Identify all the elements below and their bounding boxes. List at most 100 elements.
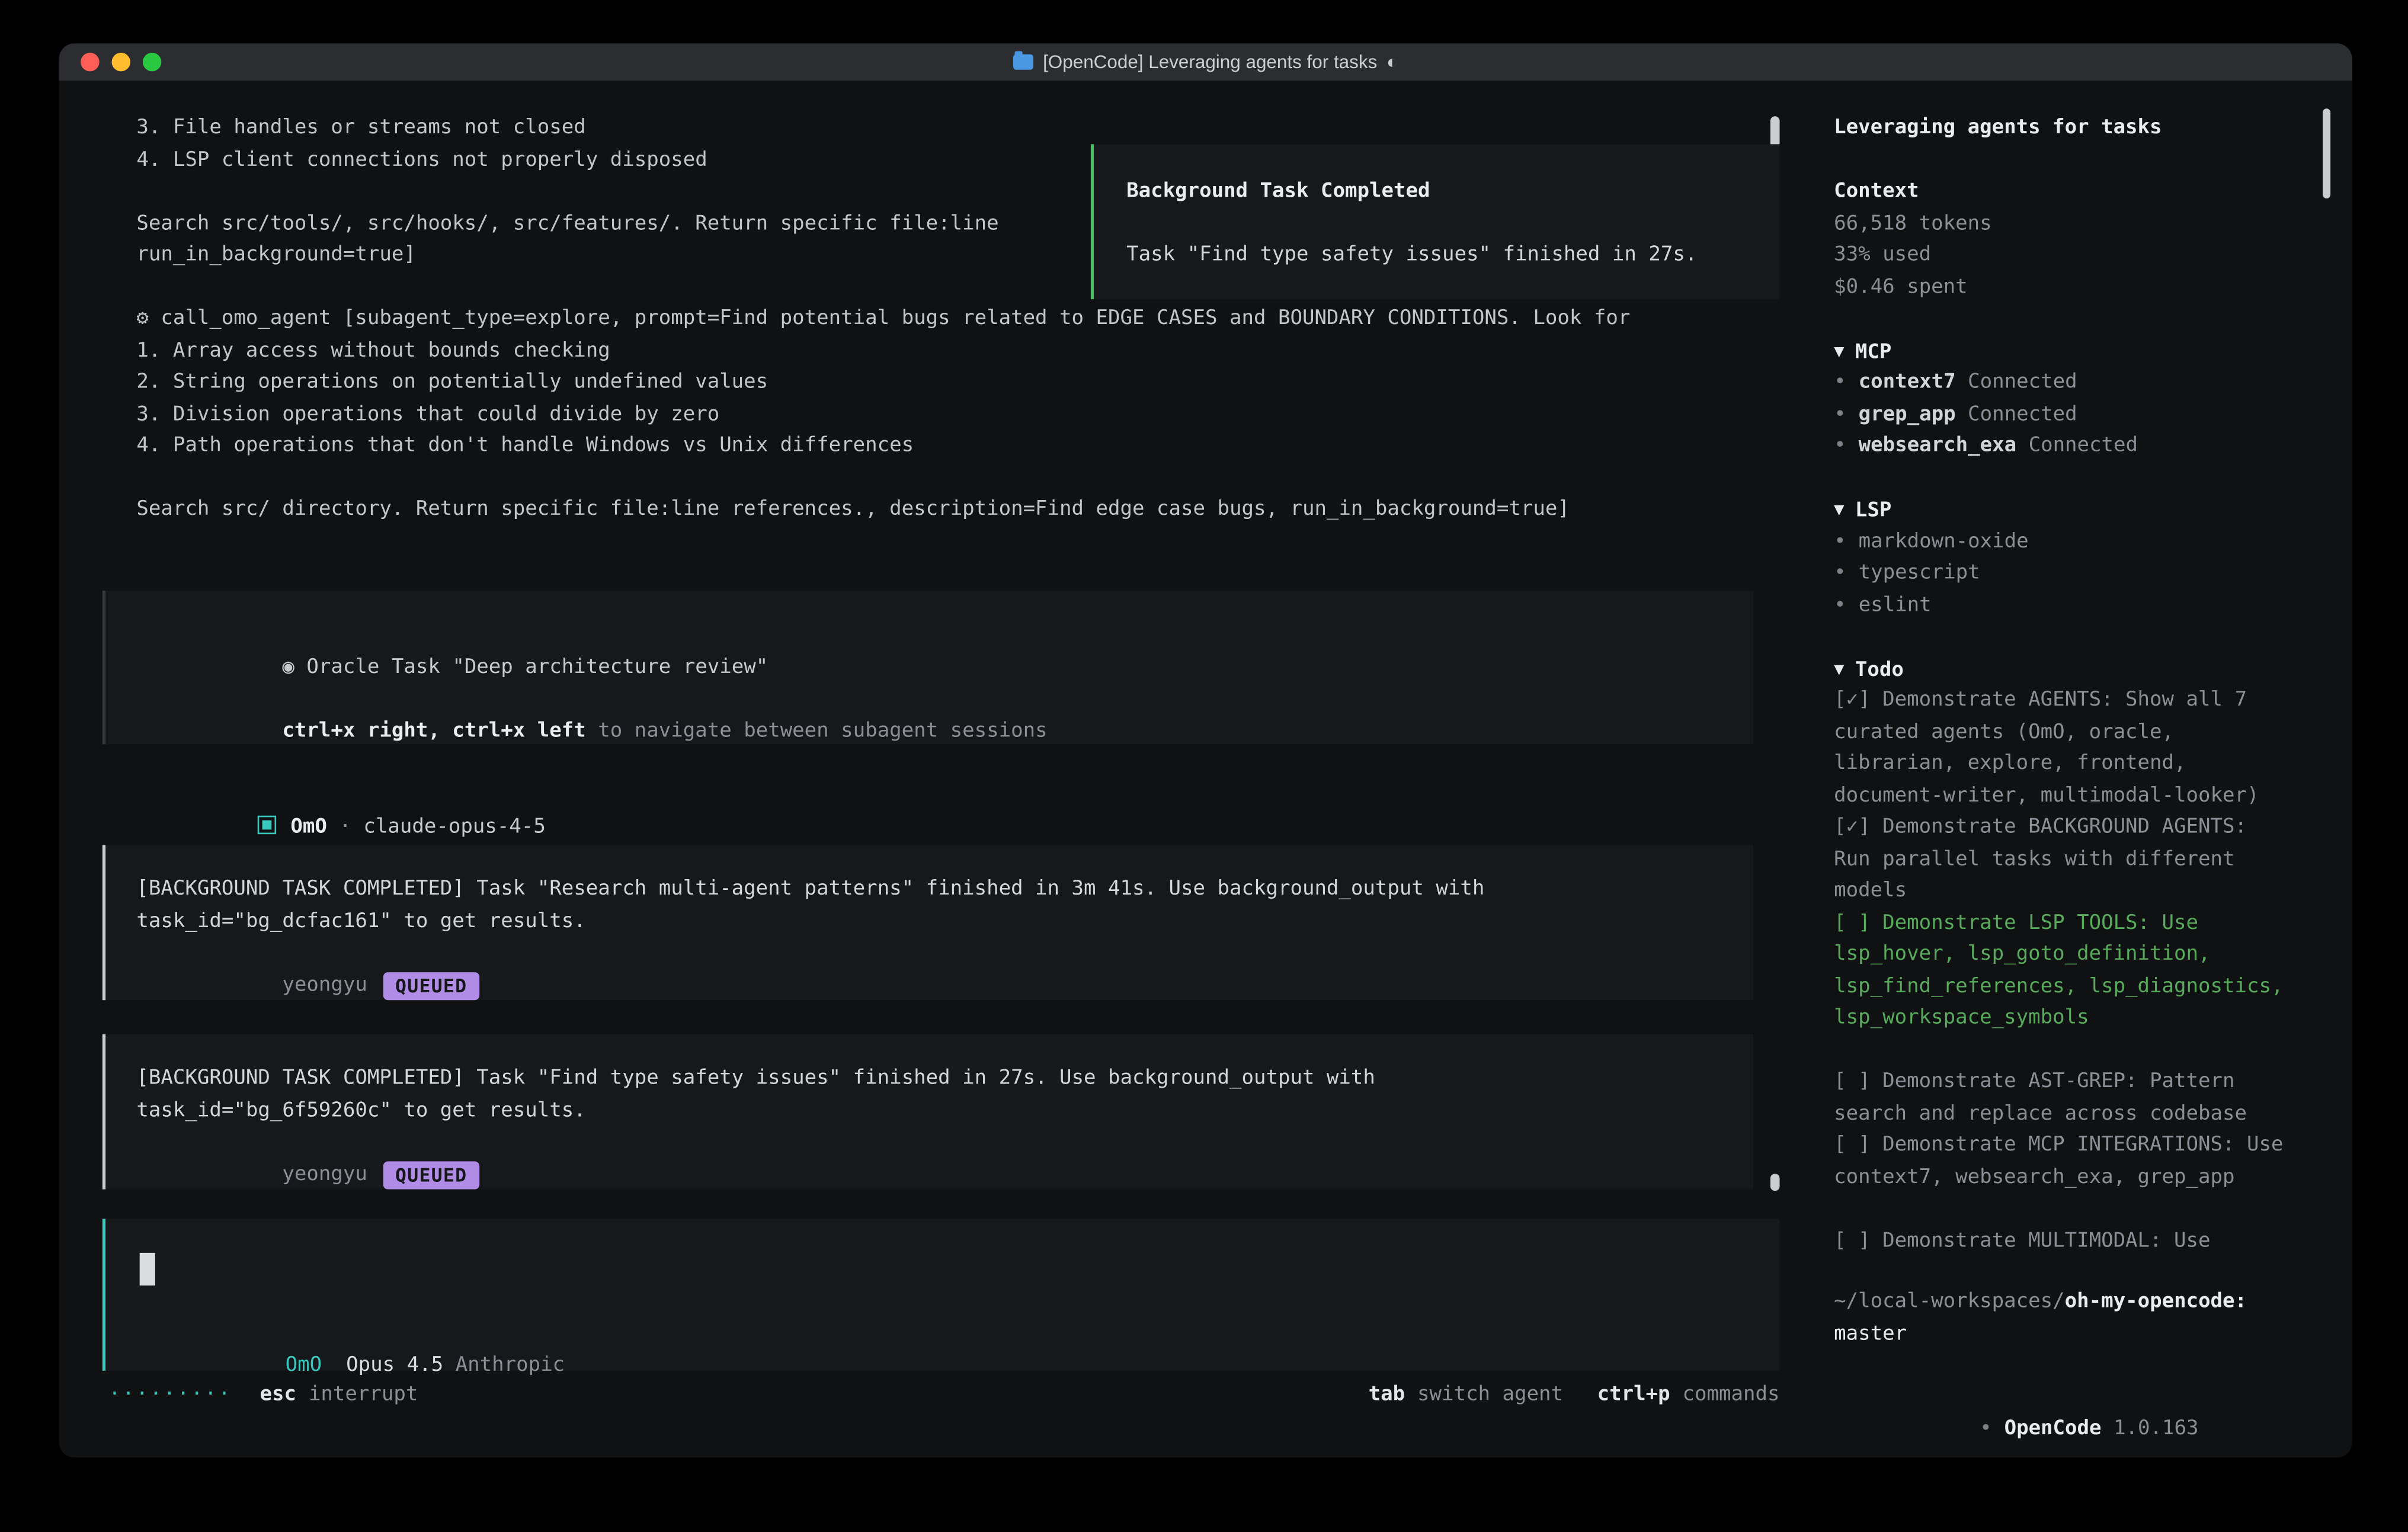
card-text-line: task_id="bg_6f59260c" to get results. (136, 1095, 1753, 1127)
terminal-line: Search src/ directory. Return specific f… (136, 495, 1795, 527)
terminal-line: 2. String operations on potentially unde… (136, 367, 1795, 399)
todo-item: [ ] Demonstrate MCP INTEGRATIONS: Use co… (1834, 1130, 2287, 1194)
card-text-line: [BACKGROUND TASK COMPLETED] Task "Resear… (136, 874, 1753, 906)
oracle-title: Oracle Task "Deep architecture review" (306, 655, 768, 678)
workspace-prefix: ~/local-workspaces/ (1834, 1290, 2064, 1313)
bullet-icon: • (1834, 371, 1846, 394)
agent-model: claude-opus-4-5 (363, 815, 545, 838)
bullet-icon: • (1834, 561, 1846, 584)
sidebar-footer: ~/local-workspaces/oh-my-opencode: maste… (1834, 1287, 2287, 1414)
todo-heading-label: Todo (1855, 658, 1904, 681)
input-cursor (140, 1253, 155, 1286)
lsp-name: eslint (1859, 593, 1932, 616)
lsp-heading-label: LSP (1855, 499, 1891, 523)
esc-key: esc (260, 1380, 296, 1412)
terminal-line: 3. File handles or streams not closed (136, 113, 1795, 145)
bullet-icon: • (1980, 1417, 1991, 1440)
context-spent: $0.46 spent (1834, 272, 2287, 304)
window-content: 3. File handles or streams not closed 4.… (59, 81, 2352, 1457)
mcp-item: • websearch_exa Connected (1834, 431, 2287, 463)
oracle-task-panel: ◉ Oracle Task "Deep architecture review"… (103, 591, 1753, 744)
bullet-icon: • (1834, 402, 1846, 425)
branch-name: master (1834, 1322, 1907, 1345)
card-text-line: [BACKGROUND TASK COMPLETED] Task "Find t… (136, 1064, 1753, 1096)
mcp-heading-label: MCP (1855, 341, 1891, 364)
queued-badge: QUEUED (383, 1161, 479, 1188)
window-title: [OpenCode] Leveraging agents for tasks (1043, 51, 1377, 73)
background-task-toast[interactable]: Background Task Completed Task "Find typ… (1091, 144, 1780, 299)
oracle-hint: ctrl+x right, ctrl+x left to navigate be… (136, 684, 1753, 716)
task-card: [BACKGROUND TASK COMPLETED] Task "Find t… (103, 1034, 1753, 1190)
folder-icon (1013, 55, 1033, 70)
mcp-item: •context7 Connected (1834, 367, 2287, 399)
workspace-repo: oh-my-opencode: (2065, 1290, 2247, 1313)
titlebar: [OpenCode] Leveraging agents for tasks ◐ (59, 43, 2352, 81)
lsp-item: • eslint (1834, 590, 2287, 622)
main-pane: 3. File handles or streams not closed 4.… (59, 81, 1811, 1457)
agent-name: OmO (290, 815, 326, 838)
input-provider: Anthropic (456, 1353, 565, 1376)
app-name: OpenCode (2004, 1417, 2102, 1440)
tool-call-line: ⚙ call_omo_agent [subagent_type=explore,… (136, 304, 1795, 336)
todo-item: [ ] Demonstrate MULTIMODAL: Use (1834, 1226, 2287, 1258)
app-version: 1.0.163 (2114, 1417, 2198, 1440)
bullet-icon: • (1834, 434, 1846, 457)
context-heading: Context (1834, 177, 2287, 209)
main-scrollbar-thumb-top[interactable] (1770, 116, 1780, 147)
switch-agent-label: switch agent (1417, 1380, 1563, 1412)
bullet-icon: • (1834, 593, 1846, 616)
agent-header: OmO · claude-opus-4-5 (136, 780, 545, 812)
todo-item: [✓] Demonstrate AGENTS: Show all 7 curat… (1834, 685, 2287, 813)
context-tokens: 66,518 tokens (1834, 209, 2287, 241)
queued-badge: QUEUED (383, 972, 479, 999)
toast-title: Background Task Completed (1126, 177, 1779, 209)
prompt-input[interactable]: OmO Opus 4.5 Anthropic (103, 1219, 1780, 1371)
lsp-item: • markdown-oxide (1834, 527, 2287, 559)
todo-item: [✓] Demonstrate BACKGROUND AGENTS: Run p… (1834, 813, 2287, 908)
separator-dot: · (339, 815, 351, 838)
workspace-path: ~/local-workspaces/oh-my-opencode: maste… (1834, 1287, 2287, 1350)
sidebar: Leveraging agents for tasks Context 66,5… (1811, 81, 2352, 1457)
chevron-down-icon: ▼ (1834, 341, 1844, 361)
context-used: 33% used (1834, 241, 2287, 273)
zoom-button[interactable] (143, 53, 161, 71)
window-title-area: [OpenCode] Leveraging agents for tasks ◐ (59, 43, 2352, 81)
lsp-name: typescript (1859, 561, 1980, 584)
card-author: yeongyu (282, 973, 367, 996)
oracle-icon: ◉ (282, 655, 294, 678)
traffic-lights (59, 53, 162, 71)
mcp-status: Connected (2029, 434, 2138, 457)
bullet-icon: • (1834, 530, 1846, 553)
task-card: [BACKGROUND TASK COMPLETED] Task "Resear… (103, 845, 1753, 1000)
card-text-line: task_id="bg_dcfac161" to get results. (136, 906, 1753, 938)
card-author: yeongyu (282, 1162, 367, 1185)
agent-icon (258, 815, 276, 833)
mcp-item: • grep_app Connected (1834, 399, 2287, 431)
sidebar-scrollbar-thumb[interactable] (2323, 108, 2330, 198)
todo-item: [ ] Demonstrate AST-GREP: Pattern search… (1834, 1067, 2287, 1130)
main-scrollbar-thumb-bottom[interactable] (1770, 1174, 1780, 1191)
todo-item: [ ] Demonstrate LSP TOOLS: Use lsp_hover… (1834, 908, 2287, 1035)
terminal-line (136, 463, 1795, 495)
todo-section-header[interactable]: ▼ Todo (1834, 653, 2287, 685)
input-agent-name: OmO (286, 1353, 322, 1376)
mcp-section-header[interactable]: ▼ MCP (1834, 336, 2287, 368)
ctrlp-key: ctrl+p (1597, 1380, 1670, 1412)
toast-body: Task "Find type safety issues" finished … (1126, 241, 1779, 273)
mcp-name: websearch_exa (1859, 434, 2016, 457)
mcp-name: context7 (1859, 371, 1956, 394)
spinner-icon: ◐ (1386, 51, 1398, 73)
terminal-line: 4. Path operations that don't handle Win… (136, 431, 1795, 463)
chevron-down-icon: ▼ (1834, 658, 1844, 678)
terminal-line: 1. Array access without bounds checking (136, 336, 1795, 368)
minimize-button[interactable] (112, 53, 130, 71)
close-button[interactable] (81, 53, 99, 71)
lsp-section-header[interactable]: ▼LSP (1834, 495, 2287, 527)
terminal-line: 3. Division operations that could divide… (136, 399, 1795, 431)
lsp-item: • typescript (1834, 558, 2287, 590)
mcp-name: grep_app (1859, 402, 1956, 425)
tab-key: tab (1369, 1380, 1405, 1412)
mcp-status: Connected (1968, 402, 2077, 425)
spinner-dots: ········· (108, 1380, 232, 1412)
lsp-name: markdown-oxide (1859, 530, 2029, 553)
